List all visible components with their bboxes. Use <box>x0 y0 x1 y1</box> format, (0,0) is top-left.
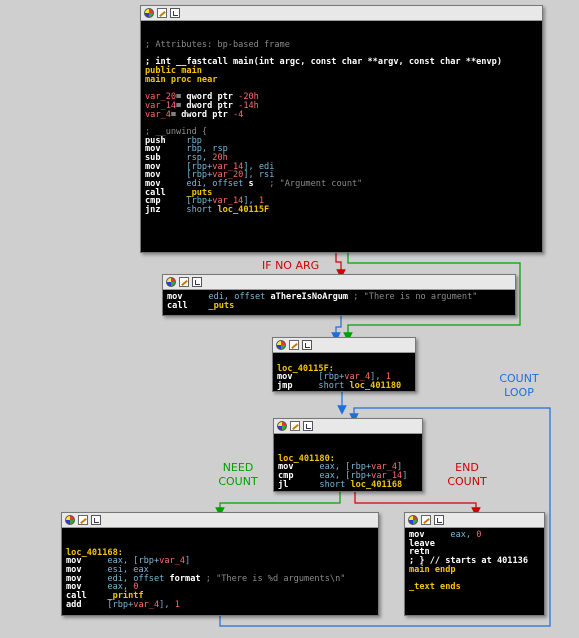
code-token: call <box>167 300 209 311</box>
rename-icon[interactable] <box>290 421 300 431</box>
code-token: -4 <box>232 109 244 120</box>
code-token: [rbp+ <box>107 599 134 610</box>
color-icon[interactable] <box>276 340 286 350</box>
node-header <box>274 419 422 434</box>
code-line[interactable]: var_4= dword ptr -4 <box>145 109 538 120</box>
node-code: loc_401168: mov eax, [rbp+var_4] mov esi, … <box>62 528 378 614</box>
code-token: ; Attributes: bp-based frame <box>145 40 290 50</box>
code-token: short <box>318 381 350 392</box>
code-line[interactable]: main proc near <box>145 74 538 85</box>
code-token: ], <box>159 599 175 610</box>
annotation-text: IF NO ARG <box>262 259 320 272</box>
color-icon[interactable] <box>166 277 176 287</box>
annotation-if-no-arg: IF NO ARG <box>262 259 319 273</box>
code-token: main proc near <box>145 74 218 85</box>
rename-icon[interactable] <box>289 340 299 350</box>
code-token: loc_401180 <box>349 381 402 392</box>
node-header <box>405 513 544 528</box>
color-icon[interactable] <box>144 8 154 18</box>
code-line[interactable]: ; Attributes: bp-based frame <box>145 41 538 50</box>
code-token: loc_401168 <box>350 479 403 490</box>
annotation-text: COUNT <box>218 475 258 488</box>
code-token: ; "There is no argument" <box>348 292 478 302</box>
code-line[interactable]: _text ends <box>409 583 540 592</box>
code-token: jl <box>278 479 320 490</box>
code-line[interactable]: main endp <box>409 564 540 575</box>
code-line[interactable]: ; __unwind { <box>145 128 538 137</box>
code-token: add <box>66 599 108 610</box>
annotation-text: LOOP <box>504 386 534 399</box>
graph-icon[interactable] <box>91 515 101 525</box>
rename-icon[interactable] <box>157 8 167 18</box>
annotation-count-loop: COUNT LOOP <box>496 372 542 400</box>
graph-icon[interactable] <box>192 277 202 287</box>
annotation-need-count: NEED COUNT <box>215 461 261 489</box>
edge-noarg-to-loc115f <box>331 314 342 342</box>
annotation-text: COUNT <box>447 475 487 488</box>
node-loc-40115f[interactable]: loc_40115F: mov [rbp+var_4], 1 jmp short l… <box>272 337 416 392</box>
code-line[interactable]: jmp short loc_401180 <box>277 382 411 391</box>
graph-icon[interactable] <box>170 8 180 18</box>
code-token: ] <box>402 471 408 482</box>
code-token: short <box>319 479 351 490</box>
edge-main-to-noarg <box>335 251 346 279</box>
code-token: ; "Argument count" <box>253 179 363 189</box>
node-header <box>163 275 515 290</box>
code-token: jmp <box>277 381 319 392</box>
code-token: short <box>186 205 218 216</box>
code-token: eax, <box>450 530 477 540</box>
code-token: = dword ptr <box>170 109 233 120</box>
code-token: aThereIsNoArgum <box>270 292 349 302</box>
graph-icon[interactable] <box>434 515 444 525</box>
color-icon[interactable] <box>408 515 418 525</box>
code-token: _puts <box>208 300 235 311</box>
rename-icon[interactable] <box>179 277 189 287</box>
annotation-text: NEED <box>222 461 254 474</box>
rename-icon[interactable] <box>421 515 431 525</box>
code-token: 1 <box>174 599 180 610</box>
code-token: 0 <box>476 530 482 540</box>
code-token: ; "There is %d arguments\n" <box>200 573 346 584</box>
code-token: var_4 <box>133 599 160 610</box>
node-main[interactable]: ; Attributes: bp-based frame ; int __fas… <box>140 5 543 253</box>
node-code: mov eax, 0 leave retn; } // starts at 4011… <box>405 528 544 596</box>
node-code: loc_401180: mov eax, [rbp+var_4] cmp eax, … <box>274 434 422 493</box>
node-code: ; Attributes: bp-based frame ; int __fas… <box>141 21 542 219</box>
color-icon[interactable] <box>277 421 287 431</box>
code-token: main endp <box>409 564 456 575</box>
annotation-text: COUNT <box>499 372 539 385</box>
code-line[interactable]: call _puts <box>167 300 511 311</box>
graph-icon[interactable] <box>302 340 312 350</box>
node-exit[interactable]: mov eax, 0 leave retn; } // starts at 4011… <box>404 512 545 616</box>
code-line[interactable]: jl short loc_401168 <box>278 479 418 490</box>
rename-icon[interactable] <box>78 515 88 525</box>
node-code: mov edi, offset aThereIsNoArgum ; "There… <box>163 290 515 314</box>
code-token: jnz <box>145 205 187 216</box>
code-token: var_4 <box>159 556 186 567</box>
node-header <box>141 6 542 21</box>
code-line[interactable]: jnz short loc_40115F <box>145 206 538 215</box>
code-line[interactable]: ; int __fastcall main(int argc, const ch… <box>145 58 538 67</box>
node-loc-401168[interactable]: loc_401168: mov eax, [rbp+var_4] mov esi, … <box>61 512 379 616</box>
node-header <box>62 513 378 528</box>
code-line[interactable]: add [rbp+var_4], 1 <box>66 599 374 610</box>
code-token: ] <box>185 556 191 567</box>
code-token: _text ends <box>409 582 461 593</box>
code-token: format <box>169 573 201 584</box>
graph-icon[interactable] <box>303 421 313 431</box>
color-icon[interactable] <box>65 515 75 525</box>
node-no-argument[interactable]: mov edi, offset aThereIsNoArgum ; "There… <box>162 274 516 316</box>
node-loc-401180[interactable]: loc_401180: mov eax, [rbp+var_4] cmp eax, … <box>273 418 423 492</box>
annotation-end-count: END COUNT <box>444 461 490 489</box>
node-header <box>273 338 415 353</box>
annotation-text: END <box>455 461 479 474</box>
code-token: loc_40115F <box>217 205 270 216</box>
node-code: loc_40115F: mov [rbp+var_4], 1 jmp short l… <box>273 353 415 395</box>
